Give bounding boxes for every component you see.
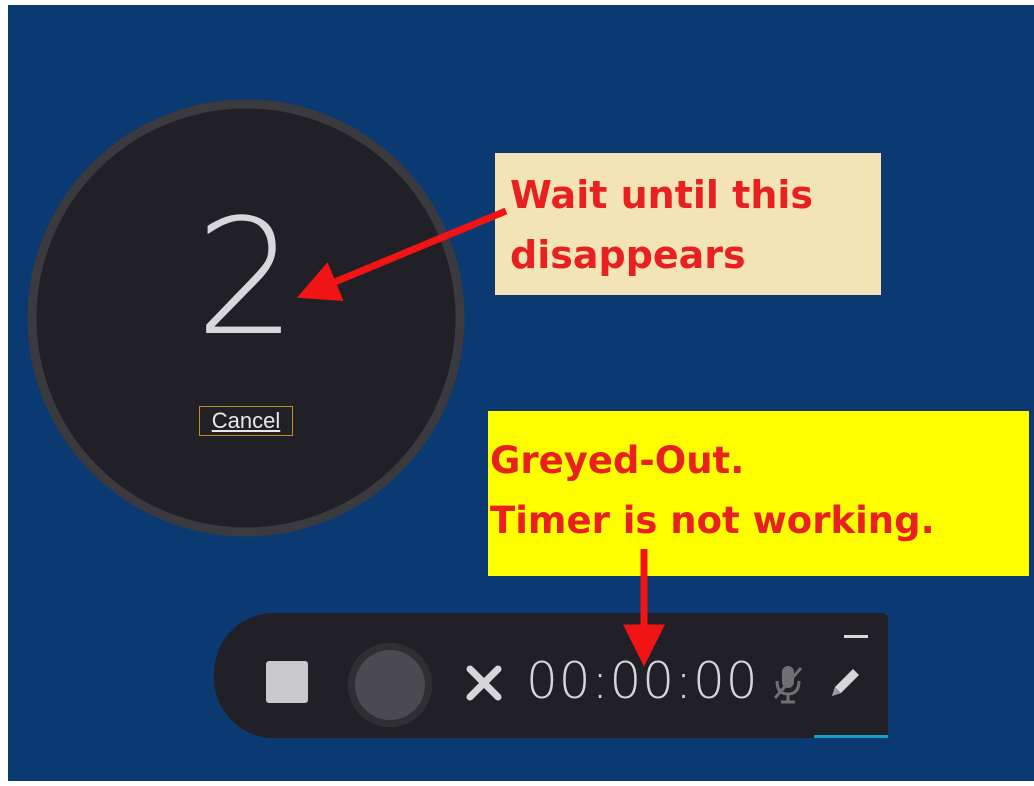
countdown-number: 2 xyxy=(195,184,297,371)
mic-muted-icon[interactable] xyxy=(771,663,805,705)
cancel-button[interactable]: Cancel xyxy=(199,406,293,436)
annotation-wait-text: Wait until this disappears xyxy=(510,173,814,277)
screen-background: 2 Cancel Wait until this disappears Grey… xyxy=(8,5,1034,781)
minimize-icon[interactable] xyxy=(844,635,868,638)
record-button[interactable] xyxy=(348,643,432,727)
close-icon[interactable] xyxy=(464,663,504,703)
annotation-greyed-line1: Greyed-Out. xyxy=(490,439,745,482)
annotation-greyed-line2: Timer is not working. xyxy=(490,499,935,542)
annotation-wait-note: Wait until this disappears xyxy=(495,153,881,295)
countdown-overlay: 2 Cancel xyxy=(26,98,466,538)
stop-button[interactable] xyxy=(266,661,308,703)
pen-icon[interactable] xyxy=(826,663,864,703)
recorder-toolbar: 00:00:00 xyxy=(214,613,888,738)
annotation-greyed-note: Greyed-Out. Timer is not working. xyxy=(488,411,1029,576)
timer-display: 00:00:00 xyxy=(526,652,759,710)
toolbar-accent-line xyxy=(814,735,888,738)
